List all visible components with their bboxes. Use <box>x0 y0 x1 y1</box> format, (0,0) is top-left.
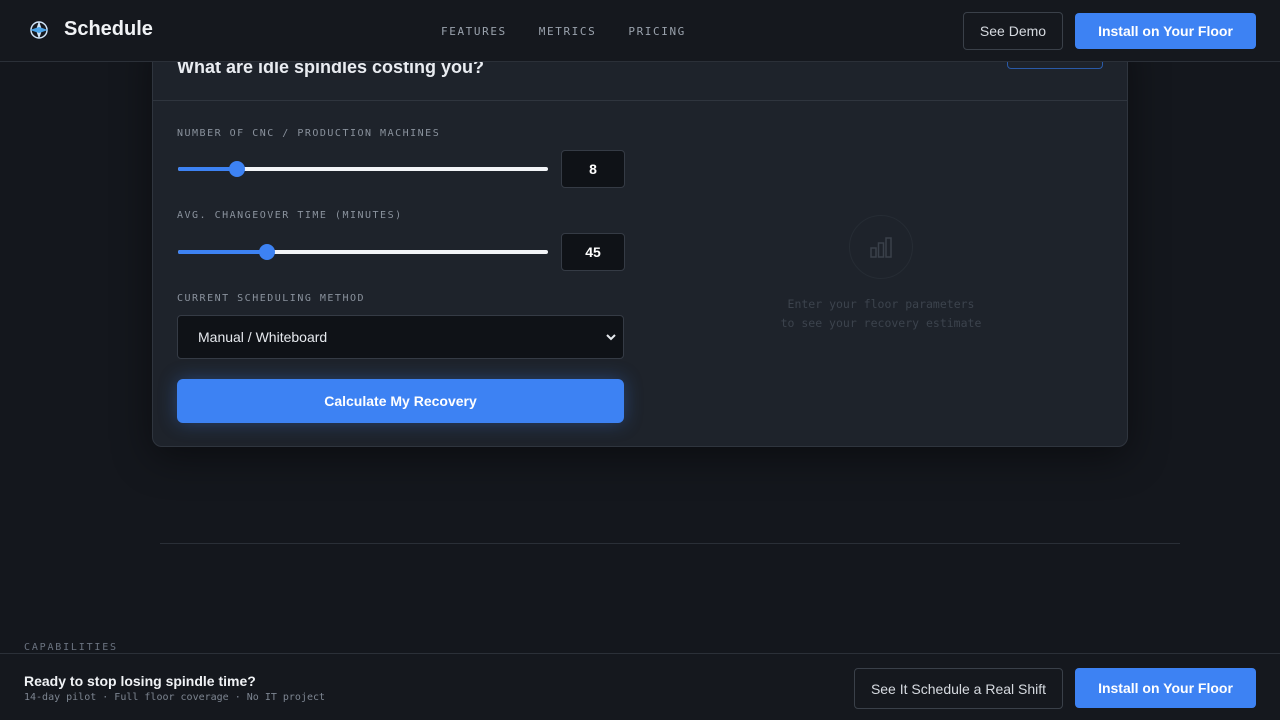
changeover-slider[interactable] <box>178 244 548 260</box>
nav-pricing[interactable]: PRICING <box>628 25 686 38</box>
calculate-recovery-button[interactable]: Calculate My Recovery <box>177 379 624 423</box>
machines-slider-thumb[interactable] <box>229 161 246 177</box>
changeover-label: AVG. CHANGEOVER TIME (MINUTES) <box>177 210 403 221</box>
machines-label: NUMBER OF CNC / PRODUCTION MACHINES <box>177 128 441 139</box>
nav-metrics[interactable]: METRICS <box>539 25 597 38</box>
recovery-calculator-card: What are idle spindles costing you? NUMB… <box>152 30 1128 447</box>
cta-title: Ready to stop losing spindle time? <box>24 673 256 689</box>
results-placeholder-text: Enter your floor parameters to see your … <box>713 295 1049 333</box>
sticky-cta-bar: Ready to stop losing spindle time? 14-da… <box>0 653 1280 720</box>
scheduling-method-value: Manual / Whiteboard <box>198 329 328 345</box>
changeover-value[interactable]: 45 <box>561 233 625 271</box>
changeover-slider-fill <box>178 250 267 254</box>
method-label: CURRENT SCHEDULING METHOD <box>177 293 366 304</box>
cta-install-button[interactable]: Install on Your Floor <box>1075 668 1256 708</box>
main-nav: FEATURES METRICS PRICING <box>441 25 718 38</box>
chevron-down-icon <box>606 334 616 341</box>
machines-slider[interactable] <box>178 161 548 177</box>
capabilities-section-label: CAPABILITIES <box>24 642 118 653</box>
top-header: Schedule FEATURES METRICS PRICING See De… <box>0 0 1280 62</box>
see-schedule-button[interactable]: See It Schedule a Real Shift <box>854 668 1063 709</box>
scheduling-method-select[interactable]: Manual / Whiteboard <box>177 315 624 359</box>
machines-value[interactable]: 8 <box>561 150 625 188</box>
brand-name: Schedule <box>64 18 153 40</box>
see-demo-button[interactable]: See Demo <box>963 12 1063 50</box>
results-placeholder-icon-wrap <box>849 215 913 279</box>
placeholder-line-1: Enter your floor parameters <box>787 297 975 311</box>
changeover-slider-thumb[interactable] <box>258 244 275 260</box>
brand[interactable]: Schedule <box>28 18 153 41</box>
nav-features[interactable]: FEATURES <box>441 25 507 38</box>
cta-subtitle: 14-day pilot · Full floor coverage · No … <box>24 692 326 703</box>
install-button[interactable]: Install on Your Floor <box>1075 13 1256 49</box>
bar-chart-icon <box>870 237 892 258</box>
placeholder-line-2: to see your recovery estimate <box>780 316 982 330</box>
compass-logo-icon <box>30 20 48 39</box>
section-divider <box>160 543 1180 544</box>
